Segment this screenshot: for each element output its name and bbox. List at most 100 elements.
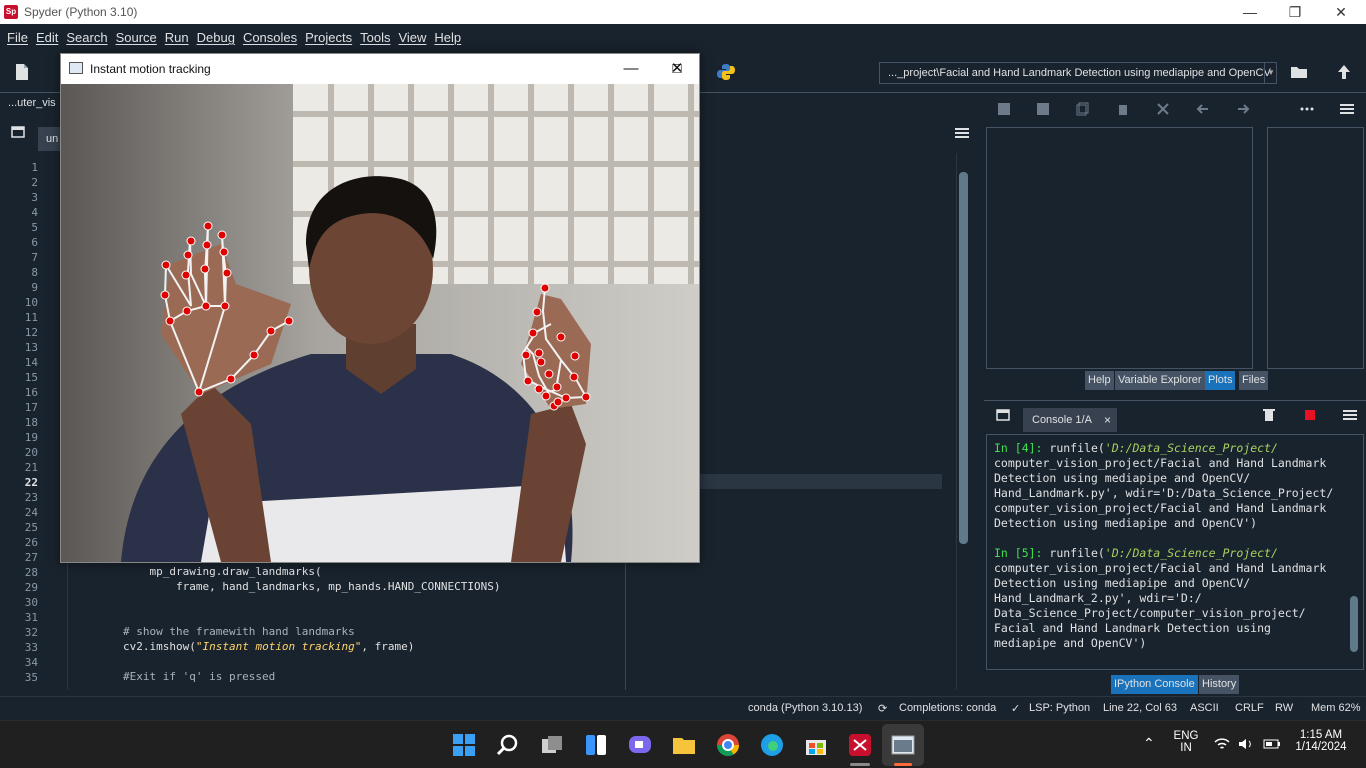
status-rw: RW: [1275, 702, 1294, 714]
remove-plot-icon[interactable]: [1116, 102, 1130, 116]
tab-files[interactable]: Files: [1239, 371, 1269, 390]
widgets-icon[interactable]: [583, 732, 609, 758]
more-options-icon[interactable]: [1300, 102, 1314, 116]
console-line: computer_vision_project/Facial and Hand …: [994, 561, 1327, 575]
menu-consoles[interactable]: Consoles: [243, 30, 297, 45]
chevron-up-icon[interactable]: ⌃: [1143, 735, 1155, 752]
landmark-point: [540, 283, 550, 293]
tab-history[interactable]: History: [1199, 675, 1240, 694]
trash-icon[interactable]: [1263, 408, 1275, 422]
save-all-plots-icon[interactable]: [1036, 102, 1050, 116]
video-window-titlebar[interactable]: Instant motion tracking — □: [61, 54, 699, 84]
console-line: Detection using mediapipe and OpenCV/: [994, 471, 1251, 485]
pane-menu-icon[interactable]: [1340, 102, 1354, 116]
menu-file[interactable]: File: [7, 30, 28, 45]
clock[interactable]: 1:15 AM 1/14/2024: [1288, 729, 1354, 753]
tab-variable-explorer[interactable]: Variable Explorer: [1115, 371, 1205, 390]
ipython-console[interactable]: In [4]: runfile('D:/Data_Science_Project…: [986, 434, 1364, 670]
menu-edit[interactable]: Edit: [36, 30, 58, 45]
tab-ipython-console[interactable]: IPython Console: [1111, 675, 1198, 694]
store-icon[interactable]: [803, 732, 829, 758]
landmark-point: [249, 350, 259, 360]
working-directory-dropdown[interactable]: ▼: [1264, 62, 1277, 84]
menu-tools[interactable]: Tools: [360, 30, 390, 45]
working-directory-field[interactable]: ..._project\Facial and Hand Landmark Det…: [879, 62, 1277, 84]
menu-help[interactable]: Help: [434, 30, 461, 45]
browse-consoles-icon[interactable]: [996, 409, 1010, 421]
console-tab[interactable]: Console 1/A ×: [1023, 408, 1117, 432]
menu-run[interactable]: Run: [165, 30, 189, 45]
spyder-taskbar-icon[interactable]: [847, 732, 873, 758]
line-number: 27: [24, 551, 38, 564]
line-number: 31: [24, 611, 38, 624]
plots-thumbnails[interactable]: [1267, 127, 1364, 369]
line-number: 16: [24, 386, 38, 399]
line-number: 23: [24, 491, 38, 504]
close-button[interactable]: ✕: [1318, 0, 1364, 24]
python-icon[interactable]: [716, 62, 736, 82]
landmark-point: [160, 290, 170, 300]
status-encoding: ASCII: [1190, 702, 1219, 714]
remove-all-plots-icon[interactable]: [1156, 102, 1170, 116]
browse-tabs-icon[interactable]: [11, 126, 25, 138]
opencv-window-icon[interactable]: [890, 732, 916, 758]
code-line-29: frame, hand_landmarks, mp_hands.HAND_CON…: [70, 580, 501, 593]
restore-button[interactable]: ❐: [1272, 0, 1318, 24]
browse-folder-icon[interactable]: [1289, 62, 1309, 82]
stop-kernel-icon[interactable]: [1305, 410, 1315, 420]
landmark-point: [541, 391, 551, 401]
save-plot-icon[interactable]: [997, 102, 1011, 116]
line-number: 24: [24, 506, 38, 519]
new-file-icon[interactable]: [12, 62, 32, 82]
wifi-icon[interactable]: [1214, 737, 1230, 751]
tab-help[interactable]: Help: [1085, 371, 1114, 390]
editor-options-icon[interactable]: [955, 127, 969, 139]
line-number: 7: [31, 251, 38, 264]
console-line: Detection using mediapipe and OpenCV/: [994, 576, 1251, 590]
language-indicator[interactable]: ENG IN: [1170, 730, 1202, 754]
console-scrollbar-handle[interactable]: [1350, 596, 1358, 652]
line-number: 14: [24, 356, 38, 369]
windows-start-icon[interactable]: [451, 732, 477, 758]
console-line: In [5]: runfile('D:/Data_Science_Project…: [994, 546, 1278, 560]
windows-taskbar: ⌃ ENG IN 1:15 AM 1/14/2024: [0, 720, 1366, 768]
close-console-icon[interactable]: ×: [1104, 408, 1111, 432]
menu-source[interactable]: Source: [116, 30, 157, 45]
editor-file-path: ...uter_vis: [8, 97, 56, 109]
chrome-icon[interactable]: [715, 732, 741, 758]
edge-icon[interactable]: [759, 732, 785, 758]
menu-projects[interactable]: Projects: [305, 30, 352, 45]
line-number: 18: [24, 416, 38, 429]
file-explorer-icon[interactable]: [671, 732, 697, 758]
landmark-point: [528, 328, 538, 338]
plots-splitter[interactable]: [1256, 127, 1266, 369]
task-view-icon[interactable]: [539, 732, 565, 758]
previous-plot-icon[interactable]: [1196, 102, 1210, 116]
parent-dir-up-icon[interactable]: [1334, 62, 1354, 82]
menu-search[interactable]: Search: [66, 30, 107, 45]
copy-plot-icon[interactable]: [1076, 102, 1090, 116]
volume-icon[interactable]: [1238, 737, 1254, 751]
line-number: 10: [24, 296, 38, 309]
battery-icon[interactable]: [1263, 738, 1281, 750]
landmark-point: [222, 268, 232, 278]
chat-icon[interactable]: [627, 732, 653, 758]
plots-canvas[interactable]: [986, 127, 1253, 369]
landmark-point: [534, 384, 544, 394]
minimize-button[interactable]: —: [1227, 0, 1273, 24]
active-indicator: [894, 763, 912, 766]
status-env: conda (Python 3.10.13): [748, 702, 863, 714]
menu-bar: File Edit Search Source Run Debug Consol…: [0, 24, 1366, 51]
search-icon[interactable]: [495, 732, 521, 758]
landmark-point: [202, 240, 212, 250]
console-menu-icon[interactable]: [1343, 409, 1357, 421]
landmark-point: [182, 306, 192, 316]
tab-plots[interactable]: Plots: [1205, 371, 1236, 390]
menu-view[interactable]: View: [398, 30, 426, 45]
video-close-button[interactable]: ✕: [654, 57, 700, 81]
menu-debug[interactable]: Debug: [197, 30, 235, 45]
landmark-point: [161, 260, 171, 270]
video-window[interactable]: Instant motion tracking — □ ✕: [60, 53, 700, 563]
editor-scrollbar-handle[interactable]: [959, 172, 968, 544]
next-plot-icon[interactable]: [1236, 102, 1250, 116]
